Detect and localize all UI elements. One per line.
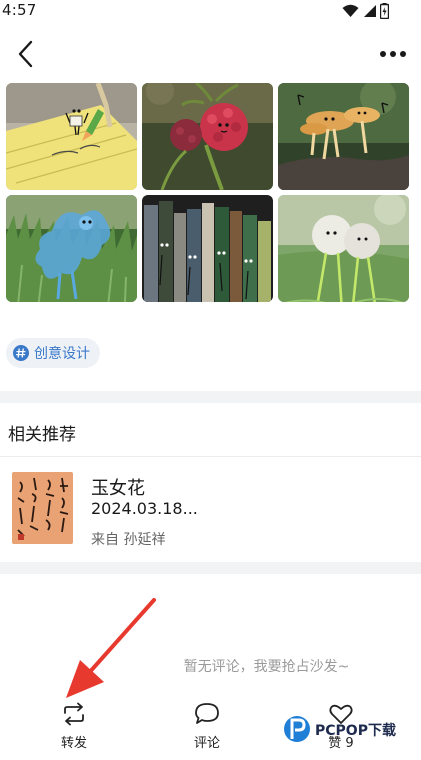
more-button[interactable] xyxy=(379,44,407,64)
tag-label: 创意设计 xyxy=(34,346,90,362)
watermark-text: PCPOP下载 xyxy=(315,722,396,739)
related-section-title: 相关推荐 xyxy=(8,425,76,445)
status-time: 4:57 xyxy=(2,1,37,19)
comment-icon xyxy=(195,703,219,724)
hashtag-icon xyxy=(13,345,29,361)
post-detail-screen: 4:57 创意设计 相关推荐 玉女花 2024.03.18... 来自 孙延祥 … xyxy=(0,0,421,760)
watermark: PCPOP下载 xyxy=(282,712,414,748)
recommended-author: 来自 孙延祥 xyxy=(91,532,166,548)
repost-icon xyxy=(64,702,84,726)
back-button[interactable] xyxy=(12,38,42,70)
section-divider-2 xyxy=(0,562,421,574)
repost-button[interactable]: 转发 xyxy=(44,702,104,751)
recommended-thumbnail xyxy=(12,472,73,544)
photo-dandelions[interactable] xyxy=(278,195,409,302)
back-arrow-icon xyxy=(18,40,33,68)
signal-icon xyxy=(364,5,376,17)
comment-label: 评论 xyxy=(193,736,220,751)
comment-button[interactable]: 评论 xyxy=(177,702,237,751)
red-arrow-annotation xyxy=(66,598,156,698)
section-divider xyxy=(0,391,421,403)
tag-chip[interactable]: 创意设计 xyxy=(6,338,100,368)
more-dots-icon xyxy=(380,51,406,57)
photo-raspberry[interactable] xyxy=(142,83,273,190)
status-icons xyxy=(342,3,389,19)
photo-mushrooms[interactable] xyxy=(278,83,409,190)
photo-sticky-note[interactable] xyxy=(6,83,137,190)
recommended-item[interactable]: 玉女花 2024.03.18... 来自 孙延祥 xyxy=(0,464,421,556)
photo-grass-blob[interactable] xyxy=(6,195,137,302)
status-bar: 4:57 xyxy=(0,0,421,24)
wifi-icon xyxy=(342,4,359,17)
recommended-title: 玉女花 xyxy=(91,478,145,499)
photo-bookshelf[interactable] xyxy=(142,195,273,302)
battery-icon xyxy=(380,3,389,19)
section-line xyxy=(0,456,421,457)
repost-label: 转发 xyxy=(60,736,87,751)
empty-comments-text: 暂无评论，我要抢占沙发~ xyxy=(183,659,350,675)
recommended-date: 2024.03.18... xyxy=(91,499,198,518)
